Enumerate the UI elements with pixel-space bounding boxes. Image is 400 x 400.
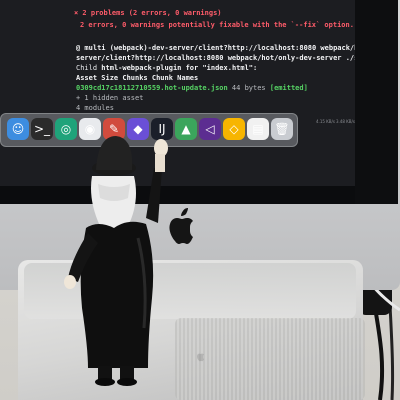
apple-logo-small-icon	[197, 353, 204, 362]
terminal-text: [emitted]	[269, 84, 308, 92]
terminal-text: 2 errors, 0 warnings potentially fixable…	[80, 21, 354, 29]
terminal-text: Child	[76, 64, 102, 72]
document-icon[interactable]: ▤	[247, 118, 269, 140]
network-speed-right: 3.48 KB/s	[336, 119, 355, 124]
bezel-right	[355, 0, 398, 204]
terminal-line: Asset Size Chunks Chunk Names	[76, 74, 198, 83]
terminal-text: Asset Size Chunks Chunk Names	[76, 74, 199, 82]
terminal-line: Child html-webpack-plugin for "index.htm…	[76, 64, 257, 73]
finder-icon[interactable]: ☺	[7, 118, 29, 140]
terminal-text: 0309cd17c18112710559.hot-update.json	[76, 84, 228, 92]
visual-studio-icon[interactable]: ◁	[199, 118, 221, 140]
sketch-icon[interactable]: ◇	[223, 118, 245, 140]
terminal-text: html-webpack-plugin for "index.html":	[101, 64, 258, 72]
terminal-line: + 1 hidden asset	[76, 94, 143, 103]
terminal-line: server/client?http://localhost:8080 webp…	[76, 54, 355, 63]
terminal-line: 0309cd17c18112710559.hot-update.json 44 …	[76, 84, 308, 93]
terminal-text: 4 modules	[76, 104, 114, 112]
terminal-text: 44 bytes	[227, 84, 270, 92]
terminal-text: × 2 problems (2 errors, 0 warnings)	[74, 9, 222, 17]
trash-icon[interactable]: 🗑	[271, 118, 293, 140]
terminal-text: + 1 hidden asset	[76, 94, 144, 102]
photo-scene: 2:22 error Strings must use singlequote …	[0, 0, 400, 400]
terminal-line: @ multi (webpack)-dev-server/client?http…	[76, 44, 355, 53]
terminal-text: @ multi (webpack)-dev-server/client?http…	[76, 44, 355, 52]
network-speed-left: 4.15 KB/s	[316, 119, 335, 124]
terminal-text: server/client?http://localhost:8080 webp…	[76, 54, 355, 62]
terminal-line: 2 errors, 0 warnings potentially fixable…	[80, 21, 354, 30]
terminal-line: 4 modules	[76, 104, 114, 113]
figurine	[64, 136, 168, 386]
terminal-line: × 2 problems (2 errors, 0 warnings)	[74, 9, 222, 18]
terminal-icon[interactable]: >_	[31, 118, 53, 140]
